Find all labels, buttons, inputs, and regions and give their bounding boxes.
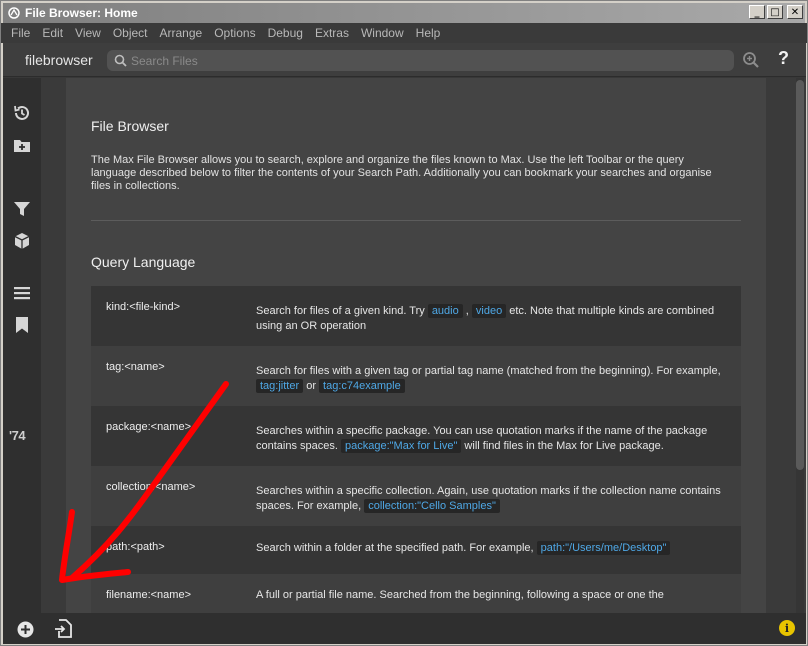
left-toolbar: '74	[3, 78, 41, 613]
divider	[91, 220, 741, 221]
query-key: filename:<name>	[106, 589, 191, 601]
list-icon[interactable]	[13, 284, 31, 302]
section-title: Query Language	[91, 254, 196, 270]
desc-text: ,	[462, 305, 472, 317]
window-title: File Browser: Home	[25, 6, 138, 20]
package-icon[interactable]	[13, 232, 31, 250]
menu-bar: File Edit View Object Arrange Options De…	[1, 23, 807, 43]
query-row-filename: filename:<name> A full or partial file n…	[91, 574, 741, 613]
desc-text: Search within a folder at the specified …	[256, 542, 537, 554]
title-bar: File Browser: Home _ □ ✕	[3, 3, 805, 23]
close-button[interactable]: ✕	[787, 5, 803, 19]
code-snippet[interactable]: package:"Max for Live"	[341, 439, 462, 453]
search-input[interactable]	[131, 50, 721, 71]
desc-text: A full or partial file name. Searched fr…	[256, 589, 664, 601]
bookmark-icon[interactable]	[13, 316, 31, 334]
query-description: Searches within a specific collection. A…	[256, 484, 736, 514]
desc-text: will find files in the Max for Live pack…	[461, 440, 664, 452]
search-box[interactable]	[107, 50, 734, 71]
page-title: File Browser	[91, 118, 169, 134]
menu-object[interactable]: Object	[107, 26, 154, 40]
history-icon[interactable]	[13, 104, 31, 122]
toolbar: filebrowser ?	[3, 43, 806, 77]
menu-help[interactable]: Help	[410, 26, 447, 40]
file-browser-app: filebrowser ?	[3, 43, 806, 644]
bottom-toolbar: i	[3, 613, 806, 644]
code-snippet[interactable]: tag:c74example	[319, 379, 405, 393]
query-description: Search for files with a given tag or par…	[256, 364, 736, 394]
code-snippet[interactable]: collection:"Cello Samples"	[364, 499, 500, 513]
minimize-button[interactable]: _	[749, 5, 765, 19]
query-description: Search for files of a given kind. Try au…	[256, 304, 736, 334]
query-key: tag:<name>	[106, 361, 165, 373]
max-logo[interactable]: '74	[9, 428, 26, 443]
help-button[interactable]: ?	[778, 48, 789, 69]
intro-text: The Max File Browser allows you to searc…	[91, 154, 712, 192]
query-language-table: kind:<file-kind> Search for files of a g…	[91, 286, 741, 613]
menu-arrange[interactable]: Arrange	[154, 26, 209, 40]
brand-label: filebrowser	[25, 52, 93, 68]
desc-text: or	[303, 380, 320, 392]
query-row-collection: collection:<name> Searches within a spec…	[91, 466, 741, 526]
query-row-package: package:<name> Searches within a specifi…	[91, 406, 741, 466]
menu-file[interactable]: File	[5, 26, 36, 40]
zoom-in-icon[interactable]	[742, 51, 760, 74]
query-row-tag: tag:<name> Search for files with a given…	[91, 346, 741, 406]
query-key: package:<name>	[106, 421, 192, 433]
desc-text: Search for files of a given kind. Try	[256, 305, 428, 317]
menu-debug[interactable]: Debug	[262, 26, 309, 40]
query-row-kind: kind:<file-kind> Search for files of a g…	[91, 286, 741, 346]
import-icon[interactable]	[54, 619, 72, 643]
search-icon	[114, 54, 127, 72]
content-area: File Browser The Max File Browser allows…	[41, 78, 806, 613]
app-window: File Browser: Home _ □ ✕ File Edit View …	[0, 0, 808, 646]
desc-text: Search for files with a given tag or par…	[256, 365, 721, 377]
code-snippet[interactable]: video	[471, 304, 507, 318]
query-row-path: path:<path> Search within a folder at th…	[91, 526, 741, 574]
code-snippet[interactable]: tag:jitter	[256, 379, 304, 393]
code-snippet[interactable]: audio	[427, 304, 463, 318]
menu-edit[interactable]: Edit	[36, 26, 69, 40]
documentation-panel: File Browser The Max File Browser allows…	[66, 78, 766, 613]
query-description: Search within a folder at the specified …	[256, 541, 736, 556]
menu-options[interactable]: Options	[208, 26, 261, 40]
maximize-button[interactable]: □	[767, 5, 783, 19]
query-key: collection:<name>	[106, 481, 196, 493]
menu-window[interactable]: Window	[355, 26, 410, 40]
filter-icon[interactable]	[13, 200, 31, 218]
info-icon[interactable]: i	[779, 620, 795, 636]
code-snippet[interactable]: path:"/Users/me/Desktop"	[536, 541, 671, 555]
add-circle-icon[interactable]	[17, 621, 34, 643]
query-key: kind:<file-kind>	[106, 301, 180, 313]
query-key: path:<path>	[106, 541, 165, 553]
menu-view[interactable]: View	[69, 26, 107, 40]
menu-extras[interactable]: Extras	[309, 26, 355, 40]
query-description: A full or partial file name. Searched fr…	[256, 588, 736, 603]
query-description: Searches within a specific package. You …	[256, 424, 736, 454]
add-folder-icon[interactable]	[13, 136, 31, 154]
scrollbar-thumb[interactable]	[796, 80, 804, 470]
max-app-icon	[7, 6, 21, 20]
